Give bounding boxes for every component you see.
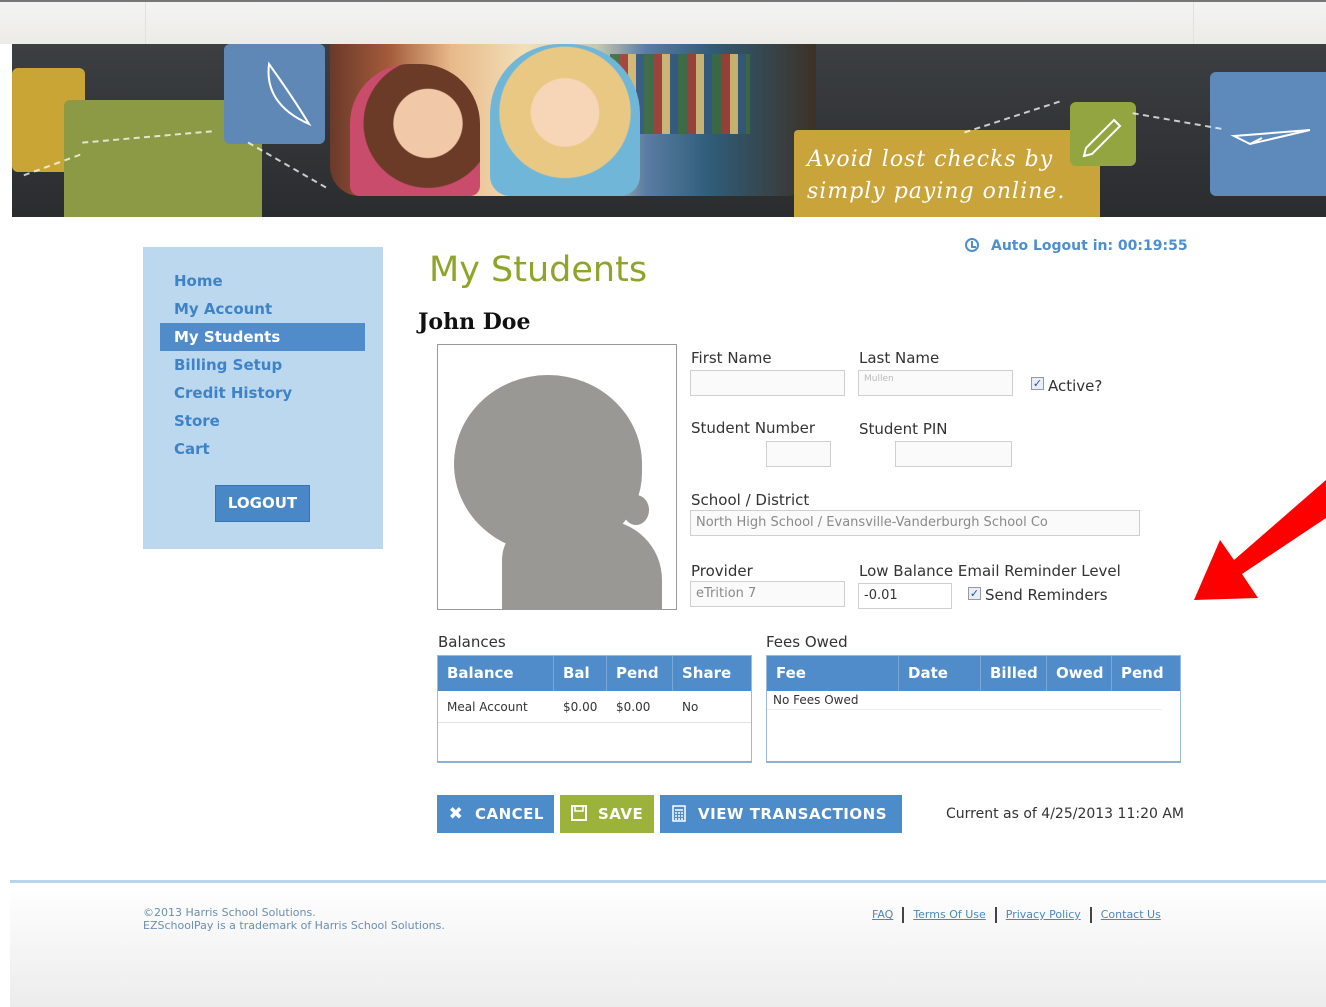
balances-table: Balance Type Bal Pend Share Meal Account…: [437, 655, 752, 763]
empty-message: No Fees Owed: [767, 691, 1162, 710]
page-title: My Students: [429, 250, 648, 290]
table-cell: No: [682, 700, 699, 714]
terms-of-use-link[interactable]: Terms Of Use: [913, 908, 985, 921]
footer: ©2013 Harris School Solutions. EZSchoolP…: [10, 880, 1326, 1007]
student-photo: [437, 344, 677, 610]
sidebar-item-my-students[interactable]: My Students: [160, 323, 365, 351]
top-strip: [0, 0, 1326, 46]
banner-block: [224, 44, 325, 144]
sidebar-item-my-account[interactable]: My Account: [143, 295, 383, 323]
table-cell: $0.00: [616, 700, 651, 714]
column-header[interactable]: Billed: [981, 656, 1047, 691]
sidebar-item-home[interactable]: Home: [143, 267, 383, 295]
send-reminders-checkbox[interactable]: ✓: [968, 587, 981, 600]
pencil-icon: [1070, 102, 1136, 166]
paper-plane-icon: [1210, 72, 1326, 196]
first-name-label: First Name: [691, 349, 772, 367]
contact-us-link[interactable]: Contact Us: [1101, 908, 1161, 921]
column-header[interactable]: Pend: [607, 656, 673, 691]
active-label: Active?: [1048, 377, 1103, 395]
ruler-icon: [267, 61, 312, 127]
first-name-field[interactable]: [690, 370, 845, 396]
fees-owed-title: Fees Owed: [766, 633, 848, 651]
student-name: John Doe: [418, 309, 531, 335]
send-reminders-label: Send Reminders: [985, 586, 1108, 604]
student-number-label: Student Number: [691, 419, 816, 437]
sidebar-nav: Home My Account My Students Billing Setu…: [143, 247, 383, 549]
privacy-policy-link[interactable]: Privacy Policy: [1006, 908, 1081, 921]
logout-button[interactable]: LOGOUT: [215, 485, 310, 522]
sidebar-item-credit-history[interactable]: Credit History: [143, 379, 383, 407]
low-balance-field[interactable]: -0.01: [858, 583, 952, 609]
close-icon: ✖: [448, 804, 464, 824]
provider-field[interactable]: eTrition 7: [690, 581, 845, 607]
balances-title: Balances: [438, 633, 506, 651]
cancel-button[interactable]: ✖ CANCEL: [437, 795, 554, 833]
fees-owed-table: Fee Date Billed Owed Pend No Fees Owed: [766, 655, 1181, 763]
sidebar-item-cart[interactable]: Cart: [143, 435, 383, 463]
save-icon: [570, 795, 588, 833]
current-as-of: Current as of 4/25/2013 11:20 AM: [946, 806, 1184, 822]
student-pin-label: Student PIN: [859, 420, 948, 438]
column-header[interactable]: Pend: [1112, 656, 1180, 691]
last-name-label: Last Name: [859, 349, 940, 367]
student-pin-field[interactable]: [895, 441, 1012, 467]
banner-photo: [330, 44, 816, 196]
red-arrow-annotation: [1194, 480, 1326, 600]
footer-links: FAQ Terms Of Use Privacy Policy Contact Us: [872, 907, 1161, 923]
copyright: ©2013 Harris School Solutions. EZSchoolP…: [143, 906, 445, 932]
divider: [145, 2, 146, 46]
last-name-field[interactable]: Mullen: [858, 370, 1013, 396]
low-balance-label: Low Balance Email Reminder Level: [859, 562, 1121, 580]
divider: [1193, 2, 1194, 46]
provider-label: Provider: [691, 562, 753, 580]
column-header[interactable]: Share: [673, 656, 751, 691]
school-district-field[interactable]: North High School / Evansville-Vanderbur…: [690, 510, 1140, 536]
header-banner: Avoid lost checks by simply paying onlin…: [12, 44, 1326, 217]
school-district-label: School / District: [691, 491, 810, 509]
save-button[interactable]: SAVE: [560, 795, 654, 833]
column-header[interactable]: Owed: [1047, 656, 1112, 691]
table-row[interactable]: Meal Account $0.00 $0.00 No: [438, 691, 751, 723]
column-header[interactable]: Date: [899, 656, 981, 691]
table-cell: Meal Account: [447, 700, 528, 714]
banner-tagline: Avoid lost checks by simply paying onlin…: [807, 147, 1066, 204]
balances-header: Balance Type Bal Pend Share: [438, 656, 751, 717]
auto-logout-timer: Auto Logout in: 00:19:55: [965, 236, 1188, 254]
faq-link[interactable]: FAQ: [872, 908, 893, 921]
column-header[interactable]: Bal: [554, 656, 607, 691]
table-cell: $0.00: [563, 700, 598, 714]
active-checkbox[interactable]: ✓: [1031, 377, 1044, 390]
student-number-field[interactable]: [766, 441, 831, 467]
column-header[interactable]: Fee: [767, 656, 899, 691]
clock-icon: [965, 238, 979, 252]
calculator-icon: [670, 795, 688, 833]
sidebar-item-billing-setup[interactable]: Billing Setup: [143, 351, 383, 379]
column-header[interactable]: Balance Type: [438, 656, 554, 717]
view-transactions-button[interactable]: VIEW TRANSACTIONS: [660, 795, 902, 833]
fees-header: Fee Date Billed Owed Pend: [767, 656, 1180, 691]
sidebar-item-store[interactable]: Store: [143, 407, 383, 435]
